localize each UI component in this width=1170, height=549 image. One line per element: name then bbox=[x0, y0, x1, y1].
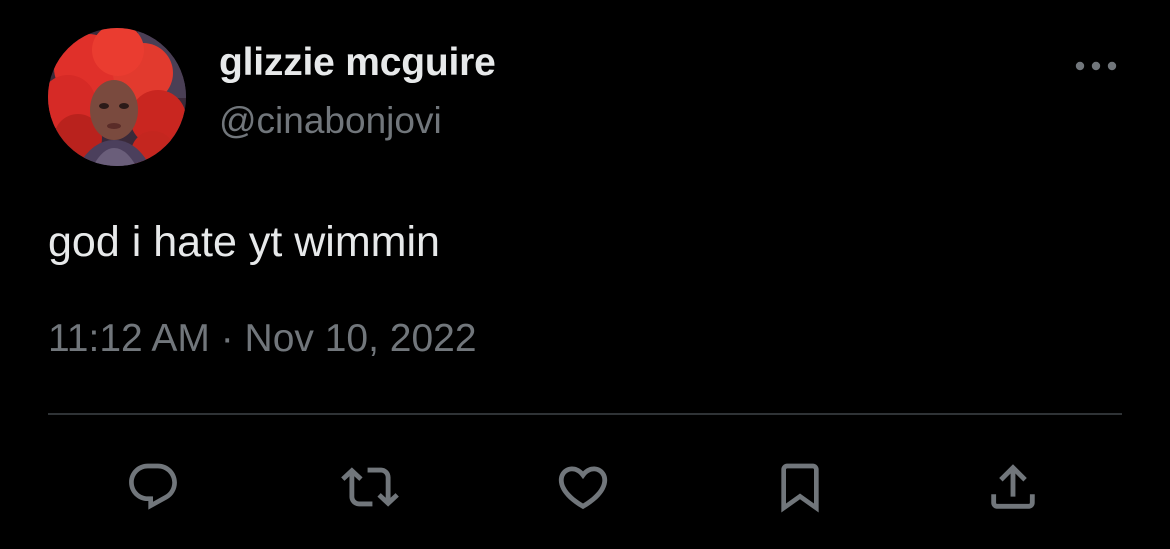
speech-bubble-icon bbox=[129, 463, 177, 510]
avatar[interactable] bbox=[48, 28, 186, 166]
share-upload-icon bbox=[991, 464, 1035, 509]
tweet-card: glizzie mcguire @cinabonjovi god i hate … bbox=[0, 0, 1170, 549]
tweet-timestamp[interactable]: 11:12 AM · Nov 10, 2022 bbox=[48, 317, 477, 361]
tweet-text: god i hate yt wimmin bbox=[48, 218, 440, 266]
user-handle[interactable]: @cinabonjovi bbox=[219, 100, 442, 142]
like-button[interactable] bbox=[553, 457, 613, 517]
share-button[interactable] bbox=[983, 457, 1043, 517]
more-options-button[interactable] bbox=[1070, 52, 1122, 80]
display-name[interactable]: glizzie mcguire bbox=[219, 41, 496, 85]
ellipsis-icon bbox=[1075, 61, 1117, 71]
reply-button[interactable] bbox=[123, 457, 183, 517]
retweet-arrows-icon bbox=[341, 467, 399, 507]
divider bbox=[48, 413, 1122, 415]
heart-icon bbox=[558, 466, 608, 510]
bookmark-button[interactable] bbox=[770, 457, 830, 517]
bookmark-icon bbox=[781, 463, 819, 513]
retweet-button[interactable] bbox=[340, 457, 400, 517]
avatar-image bbox=[48, 28, 186, 166]
